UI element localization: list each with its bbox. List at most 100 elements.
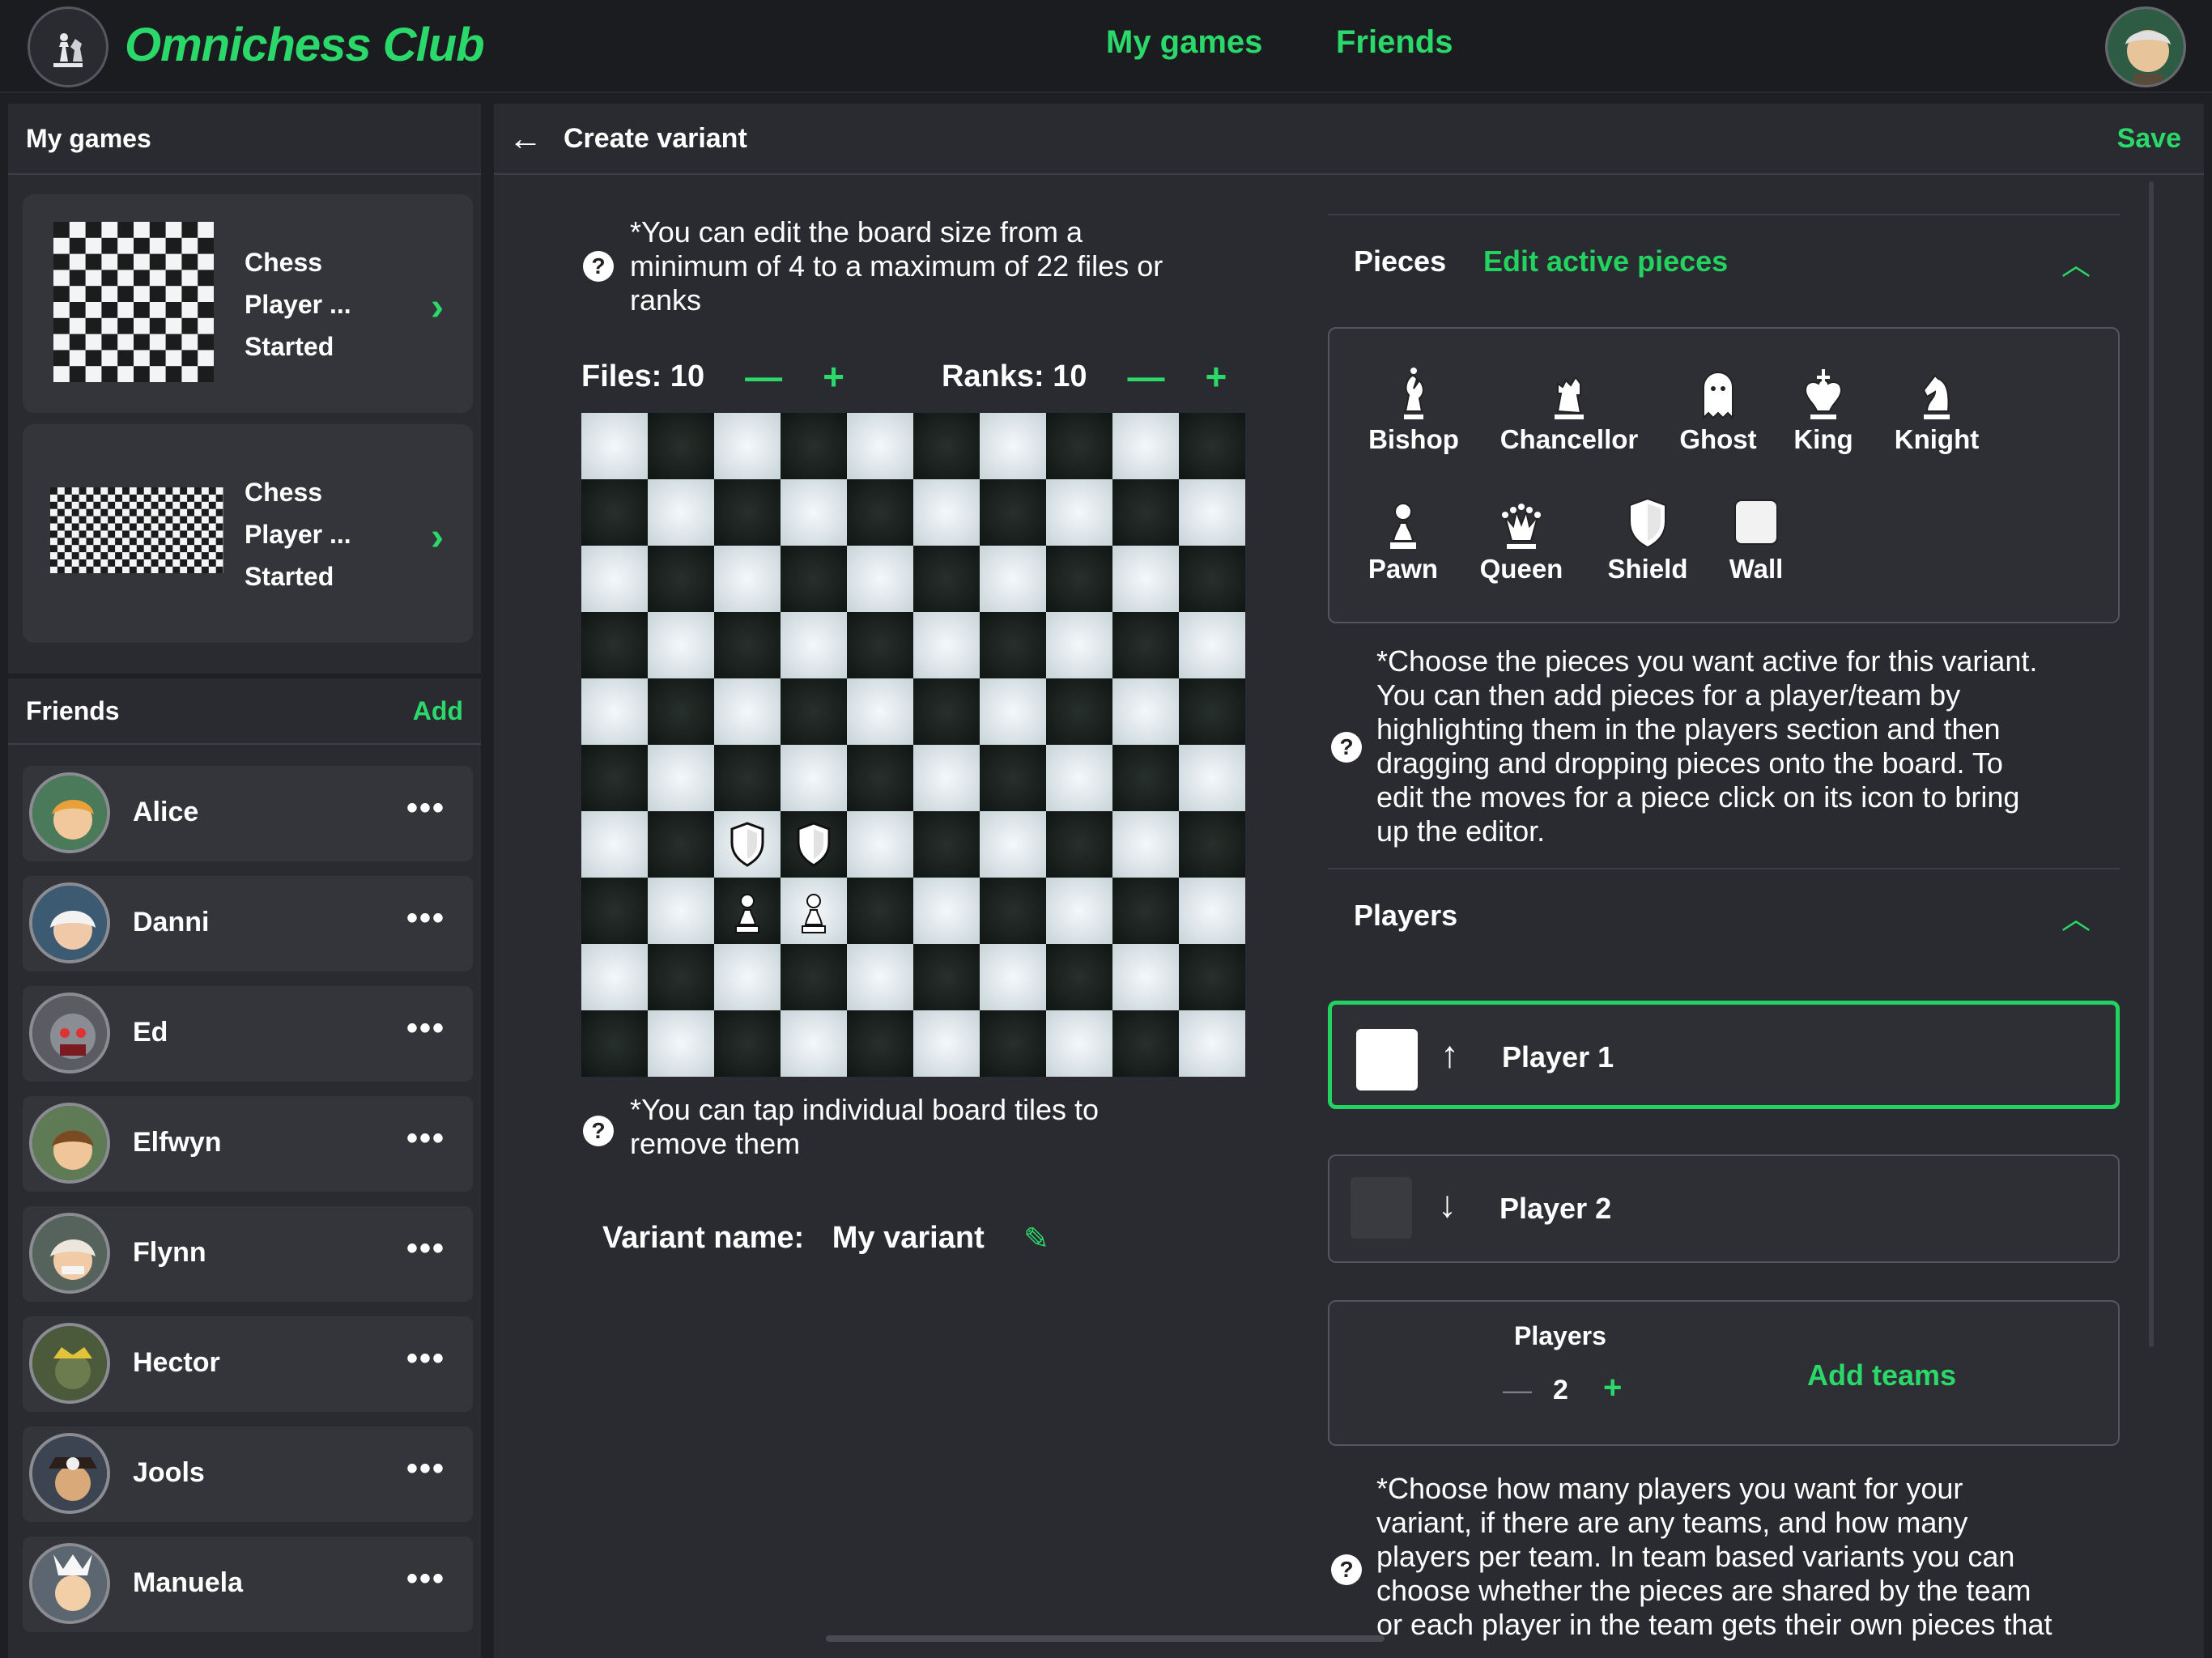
- board-tile[interactable]: [913, 413, 980, 479]
- board-tile[interactable]: [1112, 612, 1179, 678]
- board-tile[interactable]: [1046, 811, 1112, 878]
- players-decrement-button[interactable]: —: [1503, 1373, 1532, 1407]
- board-tile[interactable]: [1112, 878, 1179, 944]
- player-2-color-swatch[interactable]: [1351, 1177, 1412, 1239]
- board-tile[interactable]: [781, 745, 847, 811]
- board-tile[interactable]: [847, 878, 913, 944]
- more-options-icon[interactable]: •••: [406, 1561, 445, 1597]
- add-teams-button[interactable]: Add teams: [1807, 1358, 1956, 1392]
- board-tile[interactable]: [648, 944, 714, 1010]
- friend-row[interactable]: Hector •••: [23, 1316, 473, 1412]
- board-tile[interactable]: [980, 811, 1046, 878]
- board-tile[interactable]: [648, 745, 714, 811]
- board-tile[interactable]: [1179, 413, 1245, 479]
- board-tile[interactable]: [1112, 944, 1179, 1010]
- board-tile[interactable]: [648, 1010, 714, 1077]
- board-tile[interactable]: [913, 678, 980, 745]
- piece-bishop[interactable]: Bishop: [1365, 366, 1462, 455]
- board-tile[interactable]: [847, 811, 913, 878]
- ranks-increment-button[interactable]: +: [1206, 355, 1227, 398]
- player-2-card[interactable]: ↓ Player 2: [1328, 1154, 2120, 1263]
- board-tile[interactable]: [648, 878, 714, 944]
- board-tile[interactable]: [1046, 944, 1112, 1010]
- board-tile[interactable]: [648, 678, 714, 745]
- players-increment-button[interactable]: +: [1603, 1370, 1622, 1406]
- more-options-icon[interactable]: •••: [406, 900, 445, 937]
- edit-active-pieces-link[interactable]: Edit active pieces: [1483, 244, 1728, 278]
- app-logo[interactable]: [28, 6, 108, 87]
- board-tile[interactable]: [1046, 1010, 1112, 1077]
- board-tile[interactable]: [1179, 612, 1245, 678]
- board-tile[interactable]: [847, 479, 913, 546]
- chess-board[interactable]: [581, 413, 1245, 1077]
- more-options-icon[interactable]: •••: [406, 790, 445, 827]
- friend-row[interactable]: Manuela •••: [23, 1537, 473, 1632]
- board-tile[interactable]: [980, 745, 1046, 811]
- board-tile[interactable]: [714, 678, 781, 745]
- pawn-piece-icon[interactable]: [727, 887, 768, 934]
- board-tile[interactable]: [1112, 1010, 1179, 1077]
- help-icon[interactable]: ?: [1331, 1554, 1362, 1585]
- friend-row[interactable]: Danni •••: [23, 876, 473, 971]
- board-tile[interactable]: [913, 811, 980, 878]
- friend-row[interactable]: Flynn •••: [23, 1206, 473, 1302]
- files-decrement-button[interactable]: —: [745, 355, 782, 398]
- more-options-icon[interactable]: •••: [406, 1010, 445, 1047]
- board-tile[interactable]: [980, 479, 1046, 546]
- board-tile[interactable]: [714, 612, 781, 678]
- piece-chancellor[interactable]: Chancellor: [1496, 366, 1642, 455]
- board-tile[interactable]: [714, 546, 781, 612]
- board-tile[interactable]: [648, 811, 714, 878]
- board-tile[interactable]: [781, 878, 847, 944]
- board-tile[interactable]: [980, 413, 1046, 479]
- chevron-right-icon[interactable]: ›: [431, 515, 444, 559]
- board-tile[interactable]: [714, 745, 781, 811]
- board-tile[interactable]: [847, 944, 913, 1010]
- more-options-icon[interactable]: •••: [406, 1341, 445, 1377]
- board-tile[interactable]: [847, 678, 913, 745]
- chevron-right-icon[interactable]: ›: [431, 285, 444, 329]
- board-tile[interactable]: [1112, 811, 1179, 878]
- board-tile[interactable]: [913, 546, 980, 612]
- board-tile[interactable]: [714, 811, 781, 878]
- board-tile[interactable]: [1046, 878, 1112, 944]
- board-tile[interactable]: [1179, 546, 1245, 612]
- horizontal-scrollbar[interactable]: [826, 1635, 1385, 1642]
- user-avatar[interactable]: [2105, 6, 2186, 87]
- friend-row[interactable]: Ed •••: [23, 986, 473, 1082]
- board-tile[interactable]: [847, 413, 913, 479]
- board-tile[interactable]: [781, 811, 847, 878]
- board-tile[interactable]: [847, 1010, 913, 1077]
- board-tile[interactable]: [781, 944, 847, 1010]
- board-tile[interactable]: [913, 479, 980, 546]
- board-tile[interactable]: [581, 944, 648, 1010]
- board-tile[interactable]: [781, 612, 847, 678]
- shield-piece-icon[interactable]: [793, 821, 834, 868]
- board-tile[interactable]: [1112, 479, 1179, 546]
- piece-pawn[interactable]: Pawn: [1359, 495, 1448, 585]
- board-tile[interactable]: [1179, 1010, 1245, 1077]
- board-tile[interactable]: [1179, 811, 1245, 878]
- piece-knight[interactable]: Knight: [1888, 366, 1985, 455]
- player-1-color-swatch[interactable]: [1356, 1029, 1418, 1090]
- board-tile[interactable]: [648, 546, 714, 612]
- chevron-up-icon[interactable]: ︿: [2061, 895, 2091, 937]
- board-tile[interactable]: [714, 1010, 781, 1077]
- ranks-decrement-button[interactable]: —: [1128, 355, 1165, 398]
- player-1-card[interactable]: ↑ Player 1: [1328, 1001, 2120, 1109]
- edit-pencil-icon[interactable]: ✎: [1023, 1221, 1049, 1257]
- save-button[interactable]: Save: [2117, 123, 2181, 155]
- board-tile[interactable]: [581, 745, 648, 811]
- piece-ghost[interactable]: Ghost: [1670, 366, 1767, 455]
- board-tile[interactable]: [581, 546, 648, 612]
- board-tile[interactable]: [581, 811, 648, 878]
- board-tile[interactable]: [1046, 479, 1112, 546]
- friend-row[interactable]: Alice •••: [23, 766, 473, 861]
- board-tile[interactable]: [1112, 745, 1179, 811]
- board-tile[interactable]: [781, 546, 847, 612]
- board-tile[interactable]: [1179, 479, 1245, 546]
- board-tile[interactable]: [980, 1010, 1046, 1077]
- board-tile[interactable]: [1112, 546, 1179, 612]
- board-tile[interactable]: [714, 479, 781, 546]
- files-increment-button[interactable]: +: [823, 355, 844, 398]
